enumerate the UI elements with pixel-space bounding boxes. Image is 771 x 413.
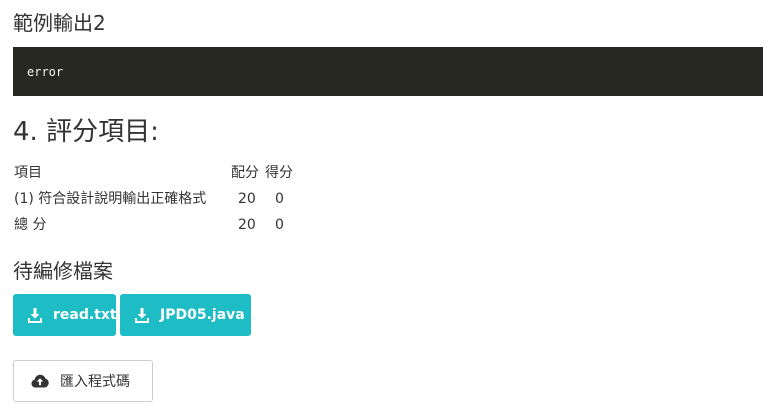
sample-output-code: error (27, 65, 64, 79)
download-read-txt-button[interactable]: read.txt (13, 294, 117, 336)
cloud-upload-icon (31, 374, 49, 388)
total-earned: 0 (275, 217, 284, 233)
sample-output-heading: 範例輸出2 (13, 11, 106, 35)
row-earned: 0 (275, 191, 284, 207)
files-heading: 待編修檔案 (13, 259, 113, 283)
row-points: 20 (238, 191, 256, 207)
row-item: (1) 符合設計說明輸出正確格式 (14, 191, 207, 207)
download-label: read.txt (53, 307, 117, 323)
column-header-points: 配分 (231, 165, 259, 181)
column-header-item: 項目 (14, 165, 42, 181)
scoring-heading: 4. 評分項目: (13, 117, 159, 147)
download-icon (134, 307, 150, 323)
sample-output-code-block: error (13, 47, 763, 96)
total-label: 總 分 (14, 217, 47, 233)
column-header-earned: 得分 (265, 165, 293, 181)
import-code-label: 匯入程式碼 (60, 374, 130, 390)
download-label: JPD05.java (160, 307, 245, 323)
total-points: 20 (238, 217, 256, 233)
download-jpd05-java-button[interactable]: JPD05.java (120, 294, 251, 336)
download-icon (27, 307, 43, 323)
import-code-button[interactable]: 匯入程式碼 (13, 360, 153, 402)
